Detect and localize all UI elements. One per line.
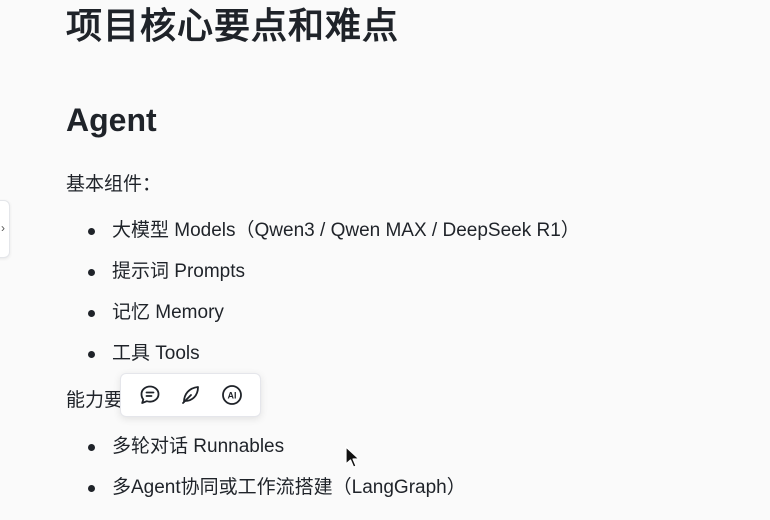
bullet-dot [88,310,95,317]
bullet-dot [88,269,95,276]
list-item-text: 记忆 Memory [112,302,224,323]
list-item-text: 多Agent协同或工作流搭建（LangGraph） [112,477,466,498]
bullet-dot [88,351,95,358]
list-item: 多Agent协同或工作流搭建（LangGraph） [0,476,466,517]
section-heading: Agent [66,102,157,138]
list-item: 记忆 Memory [0,301,580,342]
list-item: 提示词 Prompts [0,260,580,301]
capabilities-list: 多轮对话 Runnables 多Agent协同或工作流搭建（LangGraph） [0,435,466,517]
bullet-dot [88,228,95,235]
list-item-text: 工具 Tools [112,343,200,364]
ai-assistant-button[interactable]: AI [217,380,247,410]
floating-toolbar: AI [120,373,261,417]
mouse-cursor-icon [345,446,360,468]
page-title: 项目核心要点和难点 [66,5,400,46]
ai-icon-label: AI [227,391,236,401]
list-item-text: 多轮对话 Runnables [112,436,285,457]
comment-button[interactable] [135,380,165,410]
list-item-text: 提示词 Prompts [112,261,246,282]
components-list: 大模型 Models（Qwen3 / Qwen MAX / DeepSeek R… [0,219,580,383]
list-item: 工具 Tools [0,342,580,383]
comment-icon [140,385,159,404]
list-item: 大模型 Models（Qwen3 / Qwen MAX / DeepSeek R… [0,219,580,260]
components-label: 基本组件： [66,174,162,195]
highlight-button[interactable] [176,380,206,410]
list-item-text: 大模型 Models（Qwen3 / Qwen MAX / DeepSeek R… [112,220,580,241]
bullet-dot [88,444,95,451]
list-item: 多轮对话 Runnables [0,435,466,476]
ai-icon: AI [221,385,242,405]
bullet-dot [88,485,95,492]
feather-pen-icon [181,386,199,404]
